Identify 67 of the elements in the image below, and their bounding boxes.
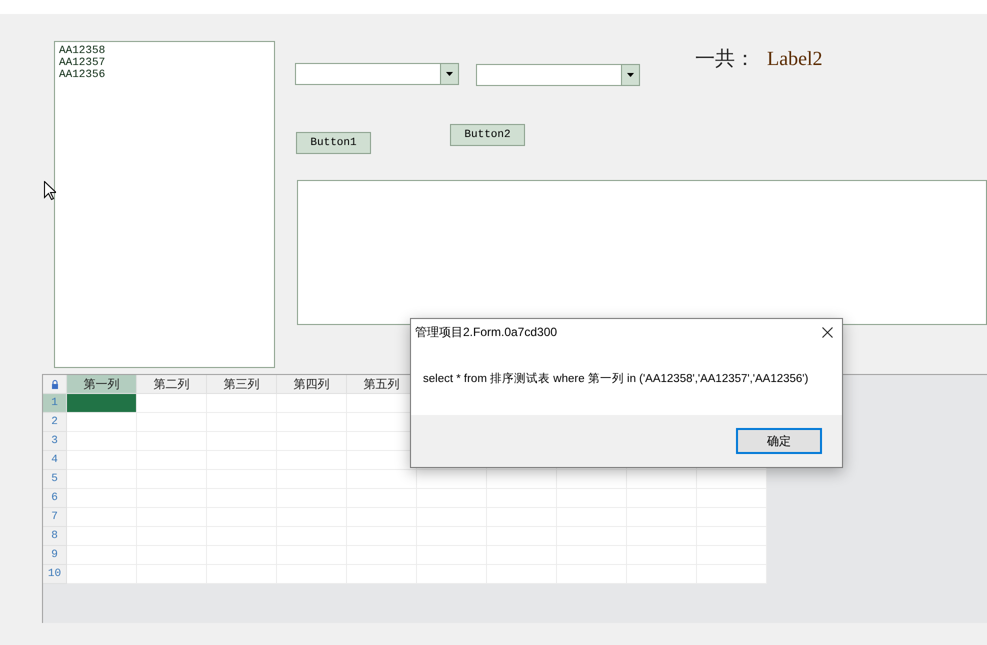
column-header[interactable]: 第二列 [137, 375, 207, 394]
ok-button[interactable]: 确定 [736, 428, 822, 454]
grid-cell[interactable] [417, 565, 487, 584]
grid-cell[interactable] [67, 470, 137, 489]
grid-cell[interactable] [67, 489, 137, 508]
column-header[interactable]: 第三列 [207, 375, 277, 394]
row-header[interactable]: 8 [43, 527, 67, 546]
grid-cell[interactable] [697, 489, 767, 508]
row-header[interactable]: 10 [43, 565, 67, 584]
list-item[interactable]: AA12357 [59, 57, 270, 69]
grid-cell[interactable] [207, 565, 277, 584]
grid-cell[interactable] [207, 394, 277, 413]
grid-cell[interactable] [487, 565, 557, 584]
list-item[interactable]: AA12356 [59, 69, 270, 81]
grid-cell[interactable] [137, 565, 207, 584]
grid-cell[interactable] [557, 470, 627, 489]
row-header[interactable]: 6 [43, 489, 67, 508]
grid-cell[interactable] [697, 508, 767, 527]
column-header[interactable]: 第四列 [277, 375, 347, 394]
grid-cell[interactable] [347, 451, 417, 470]
lock-icon [50, 380, 58, 388]
dialog-message: select * from 排序测试表 where 第一列 in ('AA12358','AA12357','AA12356') [423, 371, 808, 388]
grid-cell[interactable] [67, 432, 137, 451]
grid-cell[interactable] [697, 546, 767, 565]
grid-cell[interactable] [67, 451, 137, 470]
action-button[interactable]: Button1 [296, 132, 371, 154]
total-value: Label2 [767, 47, 823, 72]
row-header[interactable]: 3 [43, 432, 67, 451]
caret-icon [446, 72, 453, 76]
grid-cell[interactable] [67, 546, 137, 565]
action-button[interactable]: Button2 [450, 124, 525, 146]
list-box[interactable]: AA12358 AA12357 AA12356 [54, 41, 275, 368]
grid-cell[interactable] [347, 565, 417, 584]
dropdown-field[interactable] [295, 63, 459, 85]
row-header[interactable]: 5 [43, 470, 67, 489]
dropdown-button[interactable] [621, 65, 639, 85]
grid-cell[interactable] [137, 394, 207, 413]
dropdown-button[interactable] [440, 64, 458, 84]
column-header[interactable]: 第一列 [67, 375, 137, 394]
grid-cell[interactable] [697, 565, 767, 584]
total-caption: 一共： [695, 47, 755, 72]
grid-cell[interactable] [67, 508, 137, 527]
row-header[interactable]: 4 [43, 451, 67, 470]
grid-cell[interactable] [697, 470, 767, 489]
grid-cell[interactable] [557, 565, 627, 584]
pointer-icon [44, 181, 56, 200]
grid-cell[interactable] [417, 470, 487, 489]
dialog-title: 管理项目2.Form.0a7cd300 [415, 324, 558, 341]
grid-cell[interactable] [137, 413, 207, 432]
grid-cell[interactable] [347, 470, 417, 489]
grid-cell[interactable] [627, 470, 697, 489]
grid-cell[interactable] [277, 394, 347, 413]
grid-cell[interactable] [277, 565, 347, 584]
dropdown-field[interactable] [476, 64, 640, 86]
row-header[interactable]: 2 [43, 413, 67, 432]
grid-cell[interactable] [67, 527, 137, 546]
row-header[interactable]: 9 [43, 546, 67, 565]
row-header[interactable]: 7 [43, 508, 67, 527]
grid-cell[interactable] [697, 527, 767, 546]
grid-cell[interactable] [627, 565, 697, 584]
grid-cell[interactable] [67, 413, 137, 432]
caret-icon [627, 73, 634, 77]
list-item[interactable]: AA12358 [59, 45, 270, 57]
close-icon [822, 326, 832, 338]
grid-cell[interactable] [487, 470, 557, 489]
grid-cell[interactable] [67, 394, 137, 413]
grid-cell[interactable] [67, 565, 137, 584]
